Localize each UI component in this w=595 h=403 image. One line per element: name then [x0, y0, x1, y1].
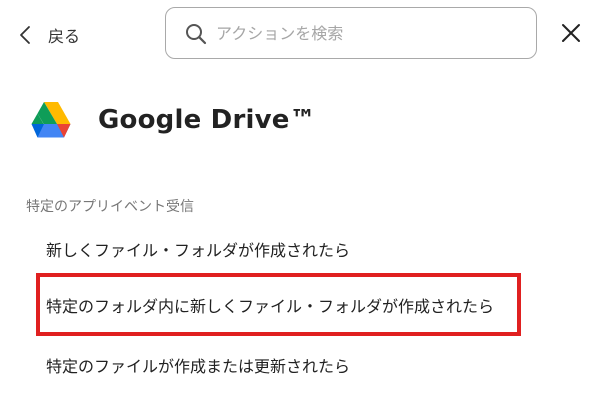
event-item-new-file-or-folder[interactable]: 新しくファイル・フォルダが作成されたら [46, 237, 350, 261]
header-bar: 戻る [0, 0, 595, 70]
search-icon [184, 22, 208, 46]
search-box[interactable] [165, 7, 537, 59]
close-button[interactable] [556, 20, 586, 50]
back-button[interactable]: 戻る [14, 18, 80, 52]
close-icon [560, 22, 582, 48]
section-label: 特定のアプリイベント受信 [26, 199, 194, 215]
back-label: 戻る [48, 27, 81, 46]
google-drive-logo [30, 101, 72, 139]
event-item-specific-file-created-or-updated[interactable]: 特定のファイルが作成または更新されたら [46, 353, 350, 377]
chevron-left-icon [14, 23, 38, 47]
app-header: Google Drive™ [30, 96, 316, 144]
event-item-new-in-specific-folder[interactable]: 特定のフォルダ内に新しくファイル・フォルダが作成されたら [46, 293, 494, 317]
app-title: Google Drive™ [98, 105, 316, 135]
search-input[interactable] [216, 18, 516, 48]
